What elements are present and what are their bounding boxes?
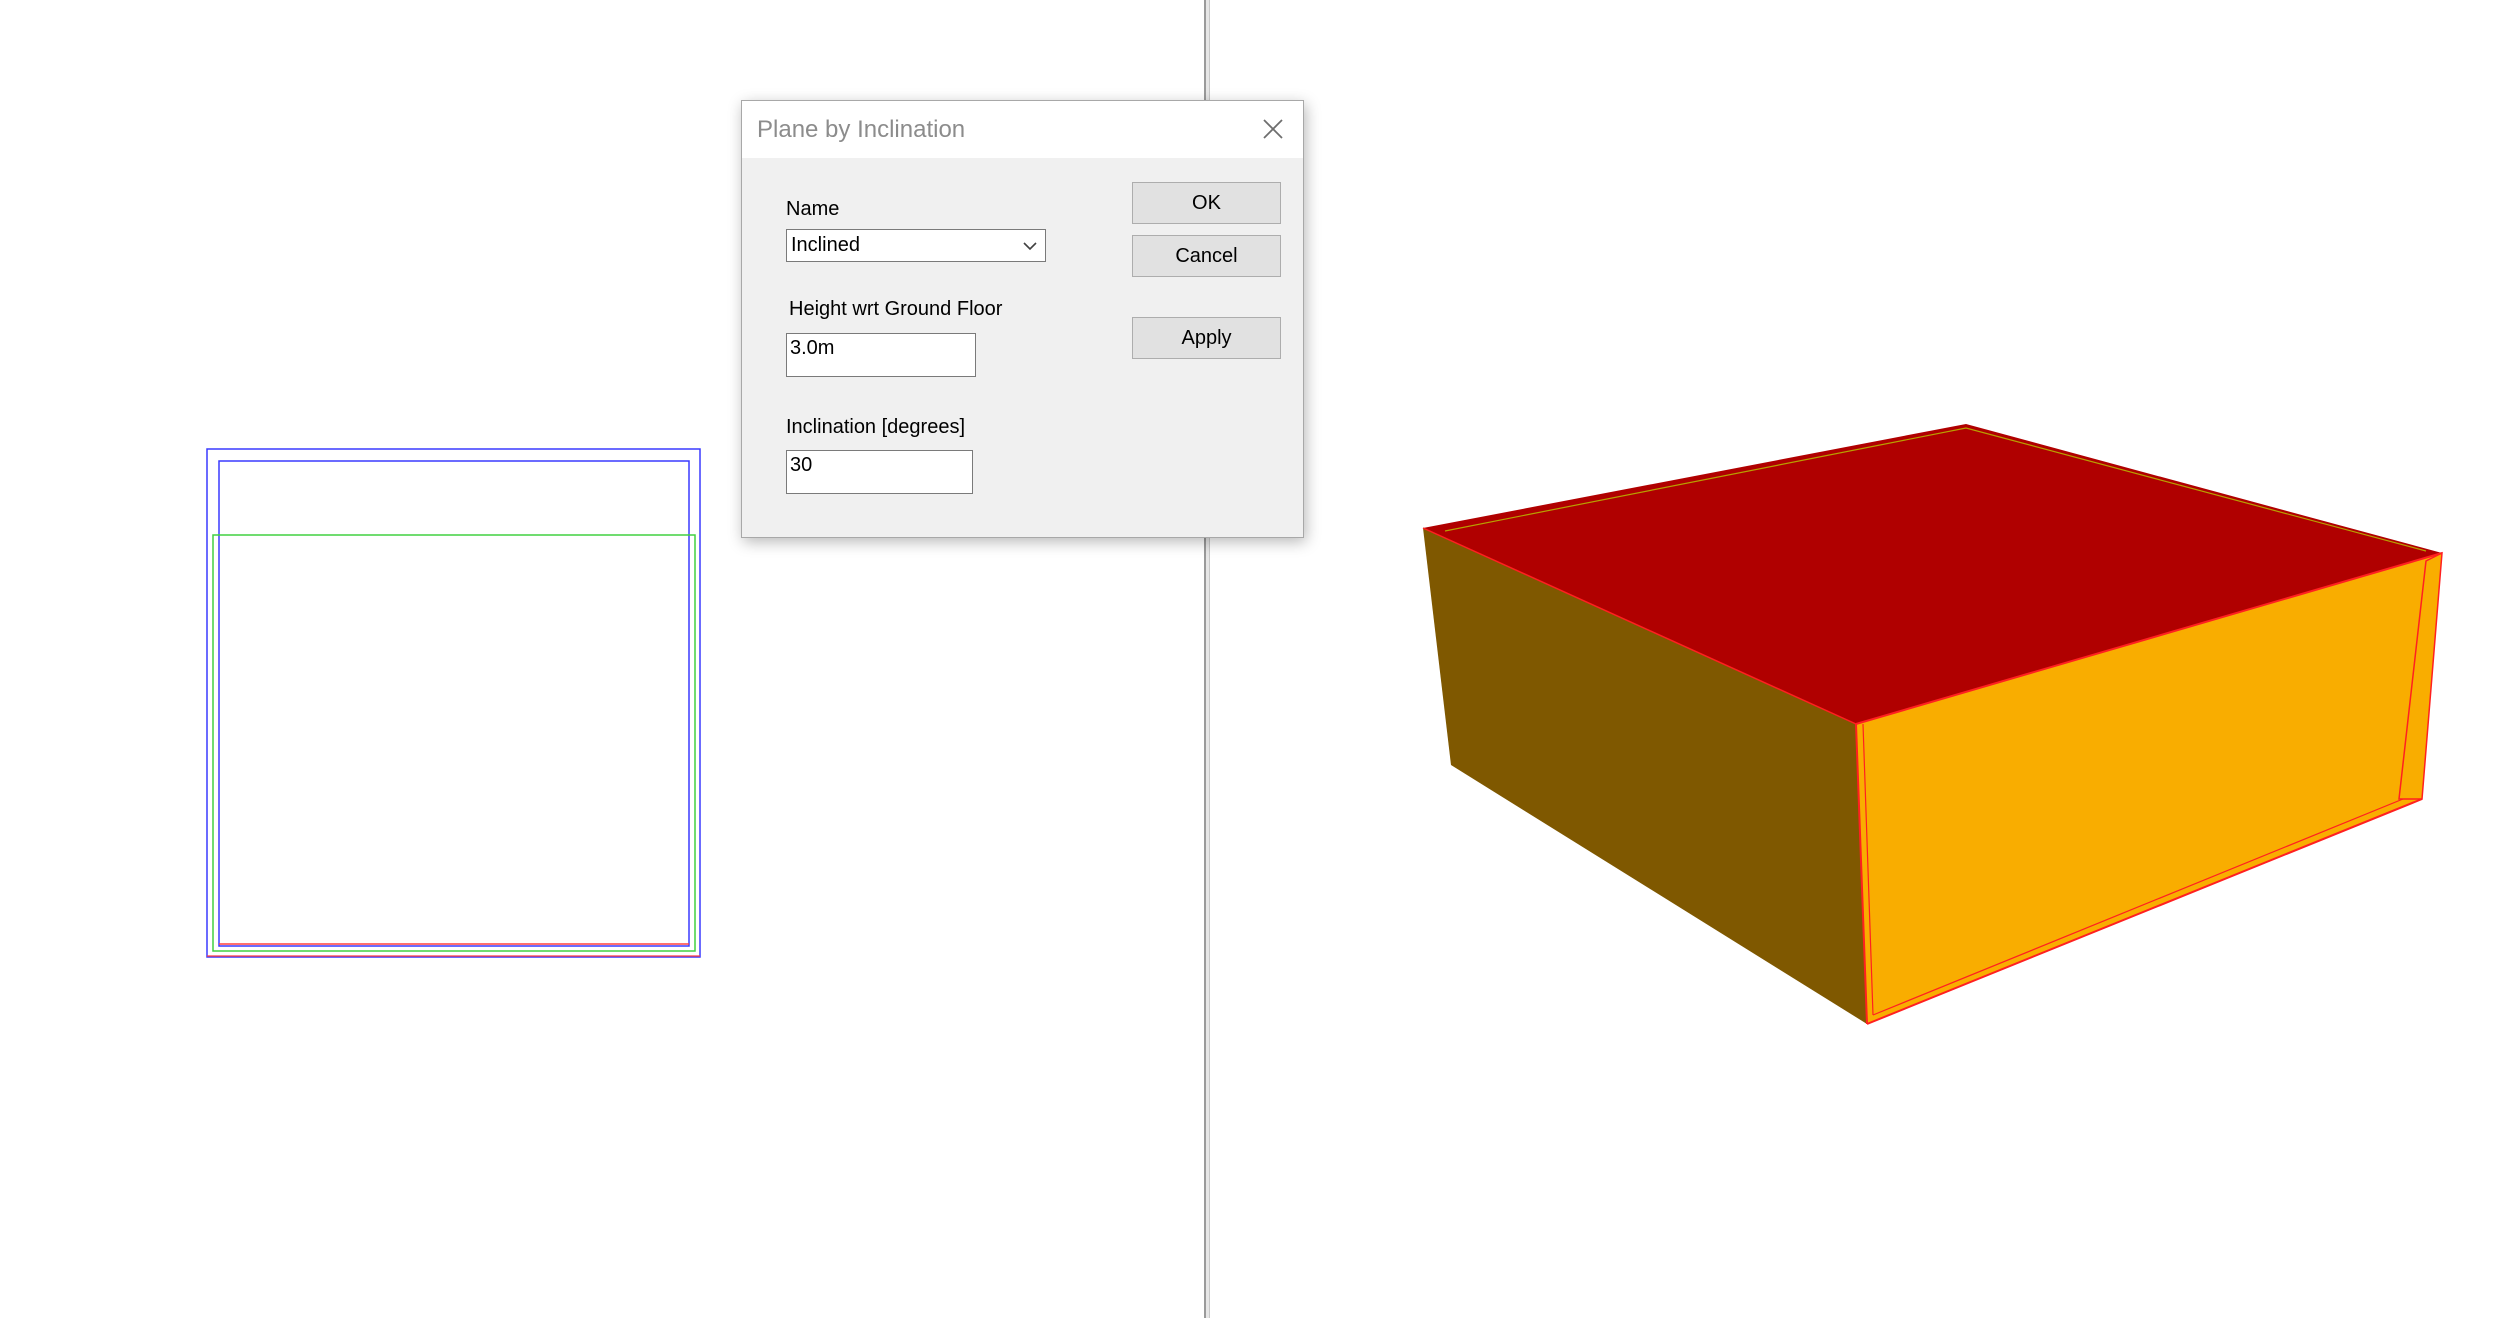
application-canvas: Plane by Inclination Name Inclined Heigh…	[0, 0, 2507, 1318]
inclination-label: Inclination [degrees]	[786, 416, 966, 438]
chevron-down-icon	[1023, 242, 1037, 251]
plan-inclined-plane-outline[interactable]	[212, 534, 696, 952]
plan-outer-outline[interactable]	[206, 448, 701, 958]
apply-button[interactable]: Apply	[1132, 317, 1281, 359]
close-icon	[1263, 119, 1283, 139]
name-combobox[interactable]: Inclined	[786, 229, 1046, 262]
close-button[interactable]	[1255, 111, 1291, 147]
3d-model-drawing	[1422, 424, 2443, 1025]
ok-button[interactable]: OK	[1132, 182, 1281, 224]
dialog-titlebar[interactable]: Plane by Inclination	[742, 101, 1303, 158]
dialog-title: Plane by Inclination	[757, 116, 966, 143]
height-label: Height wrt Ground Floor	[789, 298, 1003, 320]
name-label: Name	[786, 198, 840, 220]
inclination-input[interactable]	[786, 450, 973, 494]
height-input[interactable]	[786, 333, 976, 377]
plan-inner-outline[interactable]	[218, 460, 690, 947]
plane-by-inclination-dialog: Plane by Inclination Name Inclined Heigh…	[741, 100, 1304, 538]
cancel-button[interactable]: Cancel	[1132, 235, 1281, 277]
view-3d[interactable]	[1211, 0, 2507, 1318]
name-combobox-value: Inclined	[791, 234, 860, 256]
